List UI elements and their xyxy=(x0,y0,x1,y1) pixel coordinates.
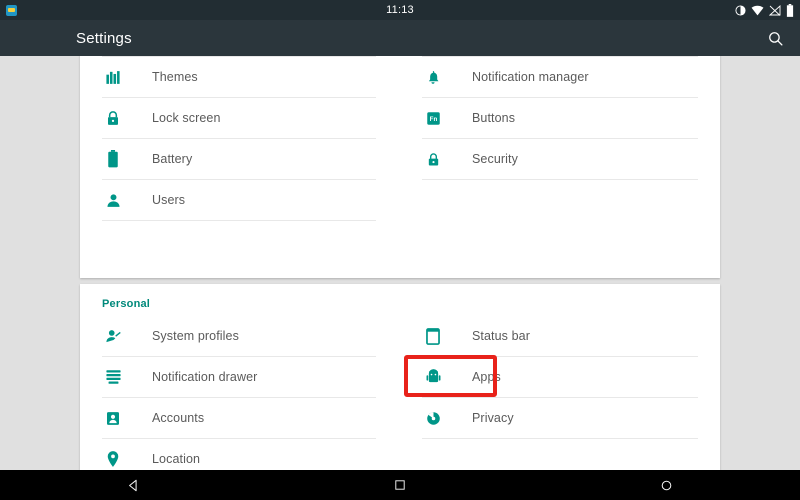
divider xyxy=(102,220,376,221)
location-pin-icon xyxy=(102,448,124,470)
settings-item-notification-drawer[interactable]: Notification drawer xyxy=(80,357,390,397)
settings-item-label: Privacy xyxy=(472,411,514,425)
back-triangle-icon[interactable] xyxy=(103,470,163,500)
settings-item-themes[interactable]: Themes xyxy=(80,57,390,97)
settings-item-location[interactable]: Location xyxy=(80,439,390,470)
person-icon xyxy=(102,189,124,211)
search-icon[interactable] xyxy=(764,27,786,49)
settings-item-label: Status bar xyxy=(472,329,530,343)
divider xyxy=(422,179,698,180)
personal-left-column: System profiles Notification drawer Acco… xyxy=(80,316,400,470)
settings-item-accounts[interactable]: Accounts xyxy=(80,398,390,438)
section-header-personal: Personal xyxy=(102,298,151,310)
settings-item-notification-manager[interactable]: Notification manager xyxy=(410,57,710,97)
settings-item-label: Accounts xyxy=(152,411,205,425)
settings-scroll-container[interactable]: Themes Lock screen Battery Users Notific… xyxy=(0,56,800,470)
settings-item-label: Notification drawer xyxy=(152,370,258,384)
themes-icon xyxy=(102,66,124,88)
padlock-icon xyxy=(422,148,444,170)
privacy-icon xyxy=(422,407,444,429)
bell-icon xyxy=(422,66,444,88)
divider xyxy=(422,438,698,439)
fn-key-icon: Fn xyxy=(422,107,444,129)
system-profiles-icon xyxy=(102,325,124,347)
status-bar: 11:13 xyxy=(0,0,800,20)
settings-item-buttons[interactable]: Fn Buttons xyxy=(410,98,710,138)
settings-item-label: Security xyxy=(472,152,518,166)
notification-drawer-icon xyxy=(102,366,124,388)
device-left-column: Themes Lock screen Battery Users xyxy=(80,56,400,221)
status-bar-right-icons xyxy=(735,0,794,20)
settings-item-label: Notification manager xyxy=(472,70,589,84)
device-right-column: Notification manager Fn Buttons Security xyxy=(400,56,720,221)
settings-item-label: Lock screen xyxy=(152,111,221,125)
settings-item-system-profiles[interactable]: System profiles xyxy=(80,316,390,356)
do-not-disturb-icon xyxy=(735,4,746,16)
settings-item-lock-screen[interactable]: Lock screen xyxy=(80,98,390,138)
android-icon xyxy=(422,366,444,388)
settings-item-privacy[interactable]: Privacy xyxy=(410,398,710,438)
settings-item-status-bar[interactable]: Status bar xyxy=(410,316,710,356)
settings-item-label: Themes xyxy=(152,70,198,84)
settings-item-label: Apps xyxy=(472,370,501,384)
home-square-icon[interactable] xyxy=(370,470,430,500)
app-bar: Settings xyxy=(0,20,800,56)
accounts-icon xyxy=(102,407,124,429)
settings-card-device: Themes Lock screen Battery Users Notific… xyxy=(80,56,720,278)
settings-item-battery[interactable]: Battery xyxy=(80,139,390,179)
settings-card-personal: Personal System profiles Notification dr… xyxy=(80,284,720,470)
settings-item-users[interactable]: Users xyxy=(80,180,390,220)
recents-circle-icon[interactable] xyxy=(637,470,697,500)
android-device-screen: 11:13 Settings Themes Lock screen Batter… xyxy=(0,0,800,500)
battery-icon xyxy=(102,148,124,170)
personal-right-column: Status bar Apps Privacy xyxy=(400,316,720,470)
svg-text:Fn: Fn xyxy=(429,116,437,123)
battery-icon xyxy=(786,3,794,17)
settings-item-apps[interactable]: Apps xyxy=(410,357,710,397)
settings-item-label: Location xyxy=(152,452,201,466)
settings-item-label: Buttons xyxy=(472,111,516,125)
navigation-bar xyxy=(0,470,800,500)
settings-item-security[interactable]: Security xyxy=(410,139,710,179)
settings-item-label: Users xyxy=(152,193,186,207)
wifi-icon xyxy=(751,5,764,16)
settings-item-label: Battery xyxy=(152,152,193,166)
lock-icon xyxy=(102,107,124,129)
settings-item-label: System profiles xyxy=(152,329,239,343)
status-bar-clock: 11:13 xyxy=(386,4,414,16)
page-title: Settings xyxy=(76,29,132,47)
status-bar-icon xyxy=(422,325,444,347)
no-signal-icon xyxy=(769,4,781,16)
